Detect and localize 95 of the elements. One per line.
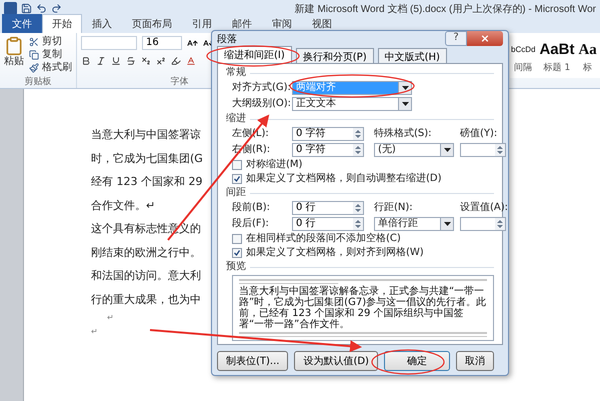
dialog-button[interactable]: 确定 xyxy=(384,351,450,371)
group-label: 字体 xyxy=(170,77,188,88)
save-icon[interactable] xyxy=(21,3,32,14)
style-gallery-item[interactable]: AaBt 标题 1 xyxy=(539,41,574,78)
section-heading: 缩进 xyxy=(226,113,246,125)
document-text-line: 经有 123 个国家和 29 xyxy=(91,174,202,190)
dropdown-arrow-icon xyxy=(402,86,408,90)
help-button[interactable]: ? xyxy=(445,31,467,46)
file-tab[interactable]: 文件 xyxy=(2,14,42,33)
style-gallery-item[interactable]: Aa 标 xyxy=(578,41,597,78)
paste-button[interactable]: 粘贴 xyxy=(4,36,24,77)
copy-icon xyxy=(29,50,39,60)
dialog-tab[interactable]: 中文版式(H) xyxy=(378,48,447,63)
field-label: 特殊格式(S): xyxy=(374,128,433,140)
spinner-field[interactable]: 0 行 xyxy=(292,201,364,215)
dialog-tab[interactable]: 缩进和间距(I) xyxy=(217,46,292,63)
section-heading: 预览 xyxy=(226,261,246,273)
spinner-arrows-icon[interactable] xyxy=(353,128,363,140)
spinner-field[interactable] xyxy=(460,143,506,157)
font-size-field[interactable]: 16 xyxy=(142,36,182,50)
field-label: 行距(N): xyxy=(374,202,414,214)
checkbox-label: 在相同样式的段落间不添加空格(C) xyxy=(246,233,401,245)
document-text-line: 时，它成为七国集团(G xyxy=(91,150,203,166)
bold-icon[interactable] xyxy=(81,56,91,66)
clipboard-button[interactable]: 复制 xyxy=(29,49,72,61)
italic-icon[interactable] xyxy=(96,56,106,66)
close-button[interactable]: × xyxy=(467,31,503,46)
highlighter-icon[interactable] xyxy=(171,56,181,66)
field-label: 磅值(Y): xyxy=(460,128,498,140)
section-heading: 常规 xyxy=(226,67,246,79)
document-text-line: 当意大利与中国签署谅 xyxy=(91,127,201,143)
dropdown-arrow-icon xyxy=(402,102,408,106)
field-label: 大纲级别(O): xyxy=(232,98,292,110)
document-text-line: 和法国的访问。意大利 xyxy=(91,268,201,284)
ribbon-tab[interactable]: 视图 xyxy=(302,14,342,33)
checkbox[interactable] xyxy=(232,174,242,184)
field-label: 对齐方式(G): xyxy=(232,82,292,94)
section-heading: 间距 xyxy=(226,187,246,199)
spinner-field[interactable]: 0 行 xyxy=(292,217,364,231)
dialog-title: 段落 xyxy=(217,32,237,46)
scissors-icon xyxy=(29,37,39,47)
spinner-field[interactable]: 0 字符 xyxy=(292,143,364,157)
document-text-line: 刚结束的欧洲之行中。 xyxy=(91,244,201,260)
document-text-line: 行的重大成果，也为中 xyxy=(91,292,201,308)
document-text-line: 合作文件。↵ xyxy=(91,198,156,214)
field-label: 段后(F): xyxy=(232,218,270,230)
superscript-icon[interactable] xyxy=(156,56,166,66)
subscript-icon[interactable] xyxy=(141,56,151,66)
dialog-button[interactable]: 设为默认值(D) xyxy=(294,351,378,371)
ribbon-tab[interactable]: 插入 xyxy=(82,14,122,33)
underline-icon[interactable] xyxy=(111,56,121,66)
checkbox-label: 对称缩进(M) xyxy=(246,159,302,171)
checkbox[interactable] xyxy=(232,234,242,244)
spinner-arrows-icon[interactable] xyxy=(495,218,505,230)
clipboard-icon xyxy=(4,36,24,56)
field-label: 段前(B): xyxy=(232,202,272,214)
group-label: 剪贴板 xyxy=(24,77,52,88)
font-name-field[interactable] xyxy=(81,36,137,50)
checkbox-label: 如果定义了文档网格，则对齐到网格(W) xyxy=(246,247,424,259)
ribbon-tab[interactable]: 引用 xyxy=(182,14,222,33)
dropdown-arrow-icon xyxy=(444,222,450,226)
dropdown-field[interactable]: (无) xyxy=(374,143,454,157)
clipboard-button[interactable]: 格式刷 xyxy=(29,62,72,74)
checkbox-label: 如果定义了文档网格，则自动调整右缩进(D) xyxy=(246,173,442,185)
brush-icon xyxy=(29,63,39,73)
spinner-field[interactable] xyxy=(460,217,506,231)
ribbon-tab[interactable]: 邮件 xyxy=(222,14,262,33)
preview-text: 当意大利与中国签署谅解备忘录，正式参与共建“一带一路”时，它成为七国集团(G7)参与这一倡议的先行者。此前，已经有 123 个国家和 29 个国际组织与中国签署“一带一路”合作文件。 xyxy=(239,286,487,330)
dropdown-field[interactable]: 单倍行距 xyxy=(374,217,454,231)
dialog-tab[interactable]: 换行和分页(P) xyxy=(296,48,374,63)
grow-font-icon[interactable] xyxy=(187,38,198,48)
dialog-button[interactable]: 制表位(T)... xyxy=(217,351,288,371)
checkbox[interactable] xyxy=(232,248,242,258)
font-color-icon[interactable] xyxy=(186,56,196,66)
checkbox[interactable] xyxy=(232,160,242,170)
style-gallery-item[interactable]: bCcDd 间隔 xyxy=(511,41,536,78)
dialog-button[interactable]: 取消 xyxy=(456,351,494,371)
window-title: 新建 Microsoft Word 文档 (5).docx (用户上次保存的) - Microsoft Wor xyxy=(294,2,596,16)
spinner-arrows-icon[interactable] xyxy=(353,202,363,214)
ribbon-tab[interactable]: 开始 xyxy=(42,14,82,33)
spinner-arrows-icon[interactable] xyxy=(353,144,363,156)
ribbon-tab[interactable]: 页面布局 xyxy=(122,14,182,33)
ribbon-tab[interactable]: 审阅 xyxy=(262,14,302,33)
dropdown-field[interactable]: 正文文本 xyxy=(292,97,412,111)
spinner-arrows-icon[interactable] xyxy=(353,218,363,230)
redo-icon[interactable] xyxy=(51,3,62,14)
spinner-field[interactable]: 0 字符 xyxy=(292,127,364,141)
paragraph-mark: ↵ xyxy=(107,312,114,324)
dropdown-arrow-icon xyxy=(444,148,450,152)
spinner-arrows-icon[interactable] xyxy=(495,144,505,156)
strikethrough-icon[interactable] xyxy=(126,56,136,66)
paragraph-mark: ↵ xyxy=(91,326,98,338)
field-label: 设置值(A): xyxy=(460,202,508,214)
undo-icon[interactable] xyxy=(36,3,47,14)
clipboard-button[interactable]: 剪切 xyxy=(29,36,72,48)
